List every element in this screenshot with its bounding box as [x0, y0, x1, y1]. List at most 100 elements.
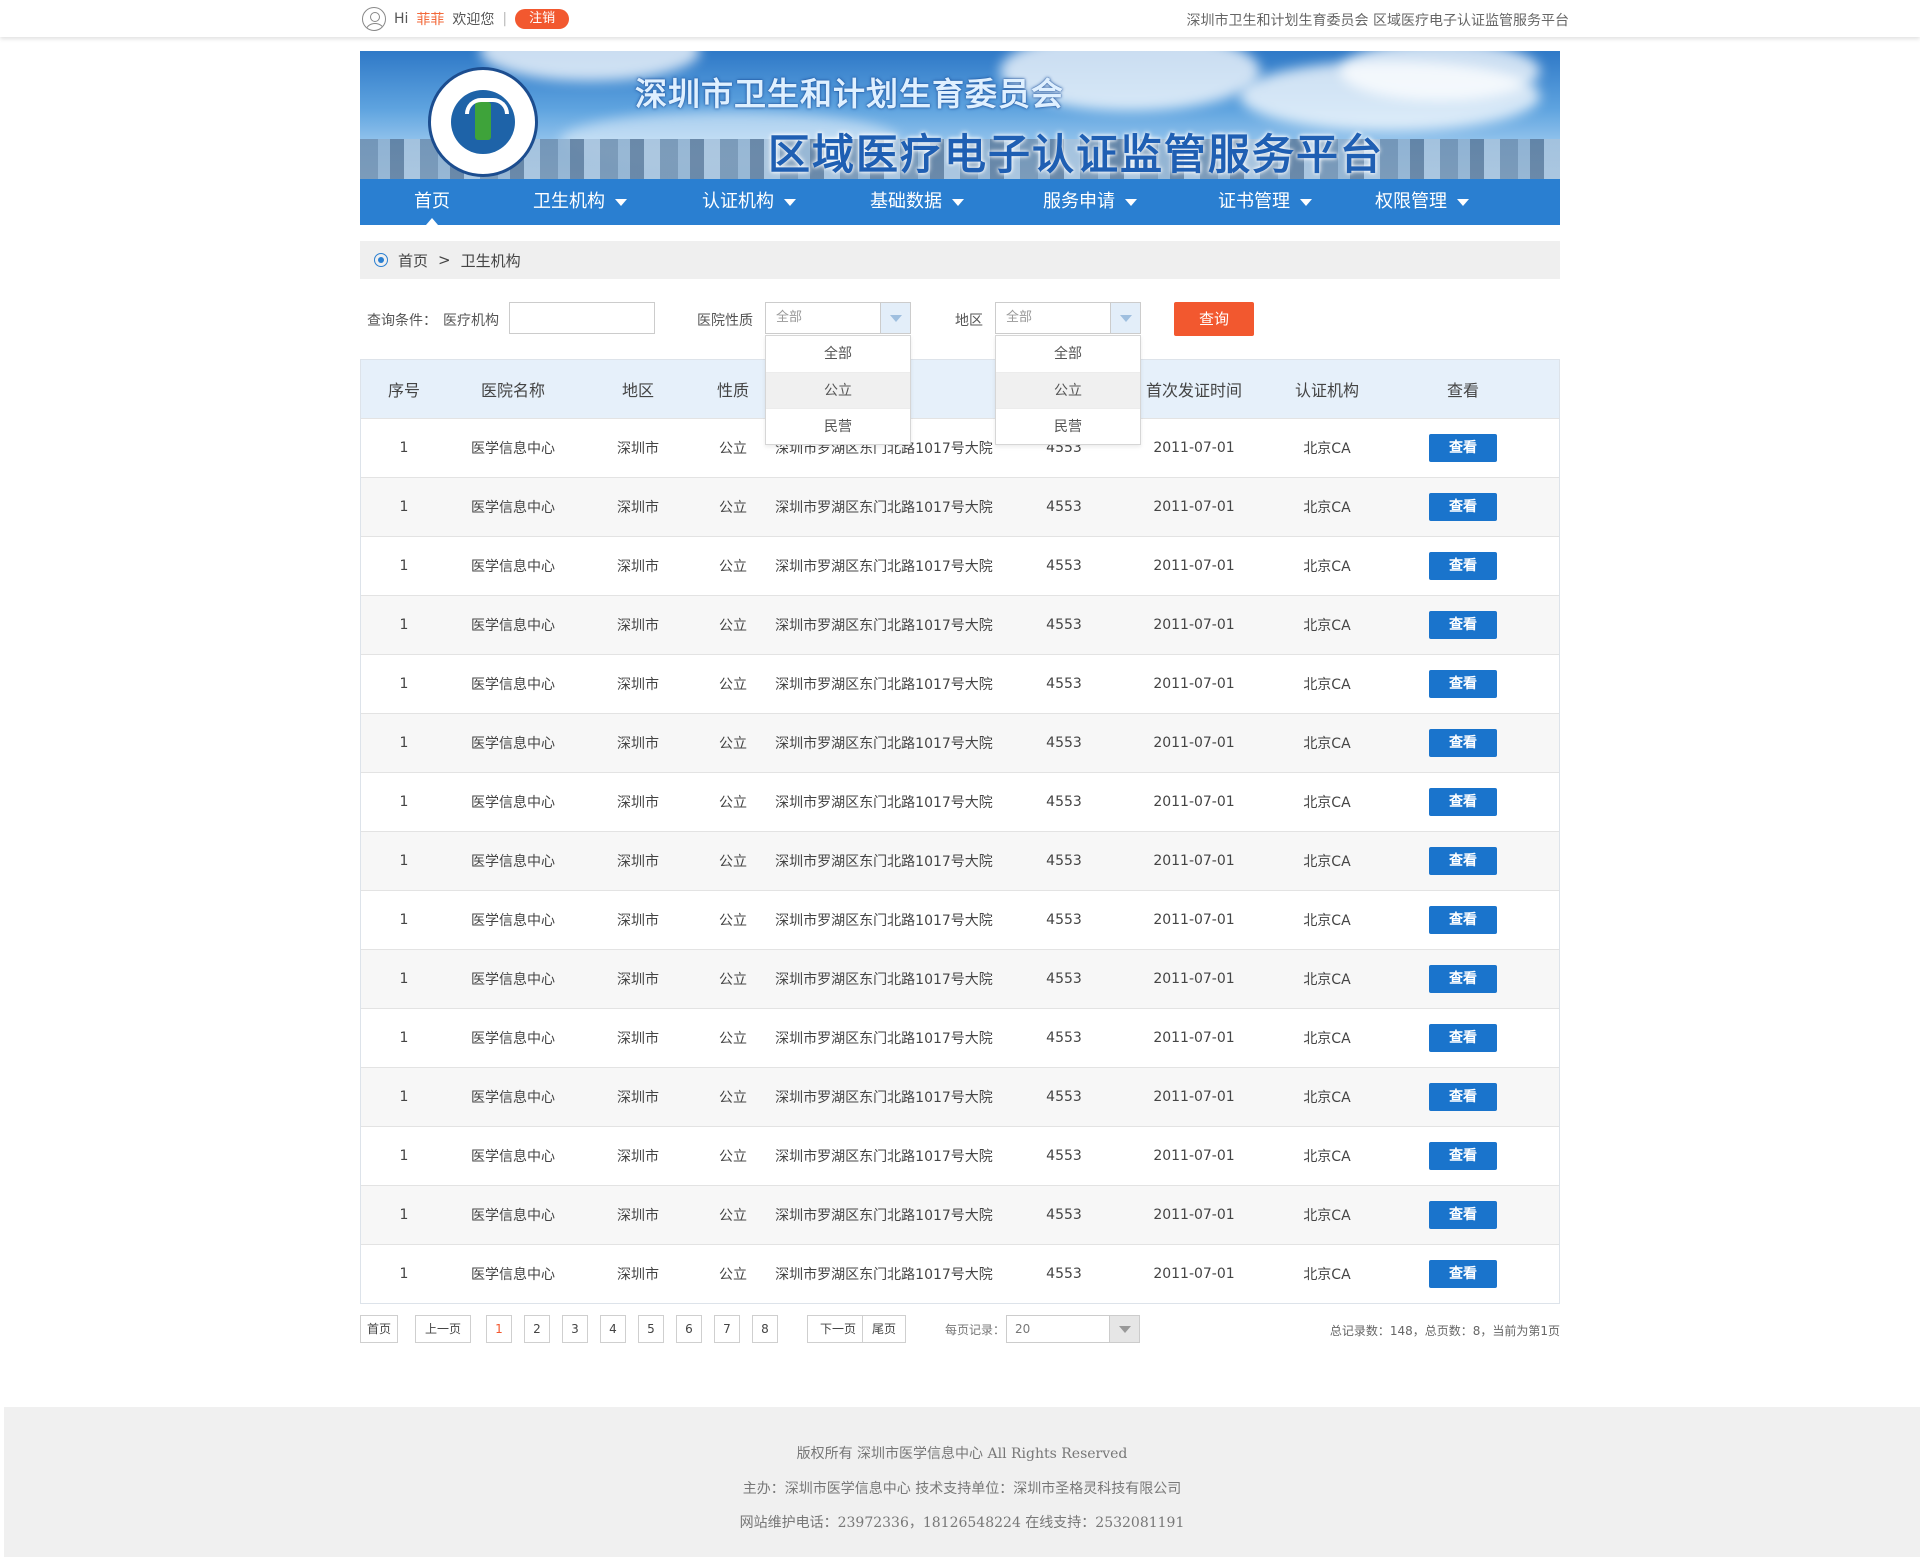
table-row: 1 医学信息中心 深圳市 公立 深圳市罗湖区东门北路1017号大院 4553 2011-07… — [361, 536, 1559, 595]
table-cell: 医学信息中心 — [471, 1267, 555, 1283]
dropdown-option[interactable]: 公立 — [766, 372, 910, 408]
table-cell: 2011-07-01 — [1153, 1148, 1235, 1164]
chevron-down-icon — [1125, 198, 1137, 206]
page-button-2[interactable]: 2 — [524, 1315, 550, 1343]
view-button[interactable]: 查看 — [1429, 1083, 1497, 1111]
nav-item-health-orgs[interactable]: 卫生机构 — [504, 179, 656, 225]
view-button[interactable]: 查看 — [1429, 670, 1497, 698]
table-cell: 公立 — [719, 913, 747, 929]
banner-title: 深圳市卫生和计划生育委员会 — [635, 75, 1065, 113]
table-cell: 1 — [399, 1148, 409, 1164]
region-select[interactable]: 全部 — [995, 302, 1141, 334]
view-button[interactable]: 查看 — [1429, 906, 1497, 934]
first-page-button[interactable]: 首页 — [360, 1315, 398, 1343]
page-button-1[interactable]: 1 — [486, 1315, 512, 1343]
logout-button[interactable]: 注销 — [515, 9, 570, 29]
dropdown-option[interactable]: 民营 — [996, 408, 1140, 444]
breadcrumb-current: 卫生机构 — [460, 251, 521, 270]
table-cell: 北京CA — [1303, 854, 1351, 870]
view-button[interactable]: 查看 — [1429, 434, 1497, 462]
view-button[interactable]: 查看 — [1429, 1260, 1497, 1288]
nav-item-basic-data[interactable]: 基础数据 — [842, 179, 992, 225]
page-button-7[interactable]: 7 — [714, 1315, 740, 1343]
table-cell: 4553 — [1046, 558, 1082, 574]
view-button[interactable]: 查看 — [1429, 1201, 1497, 1229]
per-page-select[interactable]: 20 — [1006, 1315, 1140, 1343]
footer: 版权所有 深圳市医学信息中心 All Rights Reserved 主办：深圳… — [4, 1407, 1920, 1557]
hospital-type-select[interactable]: 全部 — [765, 302, 911, 334]
username[interactable]: 菲菲 — [416, 9, 444, 29]
view-button[interactable]: 查看 — [1429, 493, 1497, 521]
table-cell: 4553 — [1046, 1030, 1082, 1046]
table-row: 1 医学信息中心 深圳市 公立 深圳市罗湖区东门北路1017号大院 4553 2011-07… — [361, 1008, 1559, 1067]
page-button-8[interactable]: 8 — [752, 1315, 778, 1343]
nav-item-permissions[interactable]: 权限管理 — [1342, 179, 1502, 225]
view-button[interactable]: 查看 — [1429, 788, 1497, 816]
table-cell: 2011-07-01 — [1153, 1266, 1235, 1282]
nav-item-home[interactable]: 首页 — [360, 179, 504, 225]
col-header: 查看 — [1446, 381, 1479, 400]
table-cell: 2011-07-01 — [1153, 1089, 1235, 1105]
table-cell: 1 — [399, 676, 409, 692]
nav-item-cert-orgs[interactable]: 认证机构 — [656, 179, 842, 225]
view-button[interactable]: 查看 — [1429, 1024, 1497, 1052]
breadcrumb-home[interactable]: 首页 — [398, 250, 428, 271]
nav-item-service-apply[interactable]: 服务申请 — [992, 179, 1188, 225]
page-button-3[interactable]: 3 — [562, 1315, 588, 1343]
table-cell: 4553 — [1046, 1089, 1082, 1105]
table-cell: 深圳市 — [617, 795, 659, 811]
view-button[interactable]: 查看 — [1429, 965, 1497, 993]
next-page-button[interactable]: 下一页 — [807, 1315, 869, 1343]
page-button-5[interactable]: 5 — [638, 1315, 664, 1343]
table-cell: 公立 — [719, 1149, 747, 1165]
table-row: 1 医学信息中心 深圳市 公立 深圳市罗湖区东门北路1017号大院 4553 2011-07… — [361, 1244, 1559, 1303]
table-cell: 1 — [399, 1089, 409, 1105]
col-header: 地区 — [621, 381, 654, 400]
table-row: 1 医学信息中心 深圳市 公立 深圳市罗湖区东门北路1017号大院 4553 2011-07… — [361, 595, 1559, 654]
table-cell: 2011-07-01 — [1153, 499, 1235, 515]
chevron-down-icon[interactable] — [880, 303, 910, 333]
last-page-button[interactable]: 尾页 — [862, 1315, 906, 1343]
chevron-down-icon — [615, 198, 627, 206]
table-cell: 深圳市 — [617, 736, 659, 752]
top-bar: Hi 菲菲 欢迎您 | 注销 深圳市卫生和计划生育委员会 区域医疗电子认证监管服… — [0, 0, 1920, 37]
hospital-table: 序号 医院名称 地区 性质 地址 量 首次发证时间 认证机构 查看 1 医学信息中… — [360, 359, 1560, 1304]
table-cell: 北京CA — [1303, 559, 1351, 575]
dropdown-option[interactable]: 民营 — [766, 408, 910, 444]
prev-page-button[interactable]: 上一页 — [415, 1315, 471, 1343]
sponsor-text: 主办：深圳市医学信息中心 技术支持单位：深圳市圣格灵科技有限公司 — [742, 1481, 1182, 1497]
table-cell: 北京CA — [1303, 1267, 1351, 1283]
table-cell: 1 — [399, 440, 409, 456]
hfpc-logo — [428, 67, 538, 177]
chevron-down-icon[interactable] — [1110, 303, 1140, 333]
table-cell: 1 — [399, 912, 409, 928]
dropdown-option[interactable]: 全部 — [996, 336, 1140, 372]
table-cell: 医学信息中心 — [471, 736, 555, 752]
chevron-down-icon[interactable] — [1109, 1316, 1139, 1342]
view-button[interactable]: 查看 — [1429, 552, 1497, 580]
org-input[interactable] — [509, 302, 655, 334]
view-button[interactable]: 查看 — [1429, 611, 1497, 639]
table-cell: 4553 — [1046, 1266, 1082, 1282]
table-cell: 北京CA — [1303, 736, 1351, 752]
table-cell: 深圳市 — [617, 1031, 659, 1047]
table-cell: 查看 — [1395, 493, 1531, 521]
site-title-right: 深圳市卫生和计划生育委员会 区域医疗电子认证监管服务平台 — [1186, 13, 1569, 29]
dropdown-option[interactable]: 全部 — [766, 336, 910, 372]
pager-info: 总记录数：148，总页数：8，当前为第1页 — [1329, 1324, 1560, 1338]
hospital-type-label: 医院性质 — [697, 313, 753, 329]
query-button[interactable]: 查询 — [1174, 302, 1254, 336]
table-cell: 1 — [399, 558, 409, 574]
col-header: 首次发证时间 — [1145, 381, 1242, 400]
dropdown-option[interactable]: 公立 — [996, 372, 1140, 408]
nav-item-cert-manage[interactable]: 证书管理 — [1188, 179, 1342, 225]
table-cell: 深圳市 — [617, 677, 659, 693]
page-button-4[interactable]: 4 — [600, 1315, 626, 1343]
view-button[interactable]: 查看 — [1429, 1142, 1497, 1170]
view-button[interactable]: 查看 — [1429, 729, 1497, 757]
page-button-6[interactable]: 6 — [676, 1315, 702, 1343]
view-button[interactable]: 查看 — [1429, 847, 1497, 875]
table-cell: 4553 — [1046, 1207, 1082, 1223]
table-cell: 1 — [399, 1266, 409, 1282]
table-cell: 公立 — [719, 500, 747, 516]
